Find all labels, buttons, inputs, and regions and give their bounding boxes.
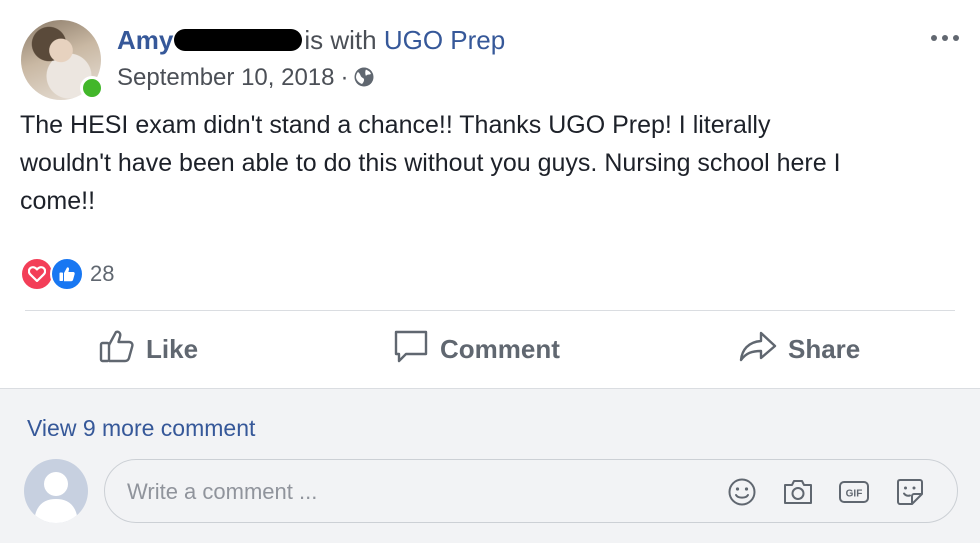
post-header: Amy is with UGO Prep [117, 24, 505, 56]
current-user-avatar[interactable] [24, 459, 88, 523]
love-reaction-icon [20, 257, 54, 291]
comment-label: Comment [440, 333, 560, 364]
thumbs-up-icon [98, 327, 136, 372]
with-text: is with [304, 25, 377, 55]
comment-bubble-icon [392, 327, 430, 372]
comment-composer: GIF [104, 459, 958, 524]
gif-icon[interactable]: GIF [837, 475, 871, 509]
divider [25, 310, 955, 311]
reaction-count[interactable]: 28 [90, 261, 114, 287]
post-date[interactable]: September 10, 2018 [117, 64, 335, 91]
post-body: The HESI exam didn't stand a chance!! Th… [20, 111, 841, 215]
post-meta: September 10, 2018 · [117, 62, 375, 97]
meta-separator: · [340, 64, 349, 91]
sticker-icon[interactable] [893, 475, 927, 509]
comments-section: View 9 more comment GIF [0, 388, 980, 543]
like-reaction-icon [50, 257, 84, 291]
comment-input[interactable] [125, 460, 689, 524]
share-arrow-icon [738, 327, 778, 372]
reactions-summary[interactable]: 28 [20, 257, 114, 291]
camera-icon[interactable] [781, 475, 815, 509]
redacted-name-bar [174, 29, 303, 51]
view-more-comments-link[interactable]: View 9 more comment [27, 415, 255, 442]
like-button[interactable]: Like [98, 318, 198, 380]
online-status-indicator [80, 76, 104, 100]
like-label: Like [146, 333, 199, 364]
more-options-icon[interactable] [925, 28, 965, 48]
action-bar: Like Comment Share [0, 318, 980, 380]
author-name[interactable]: Amy [117, 25, 173, 55]
share-label: Share [788, 333, 861, 364]
svg-text:GIF: GIF [846, 489, 863, 500]
comment-button[interactable]: Comment [392, 318, 560, 380]
emoji-icon[interactable] [725, 475, 759, 509]
share-button[interactable]: Share [738, 318, 860, 380]
globe-icon[interactable] [353, 65, 375, 97]
tagged-page-link[interactable]: UGO Prep [384, 25, 505, 55]
